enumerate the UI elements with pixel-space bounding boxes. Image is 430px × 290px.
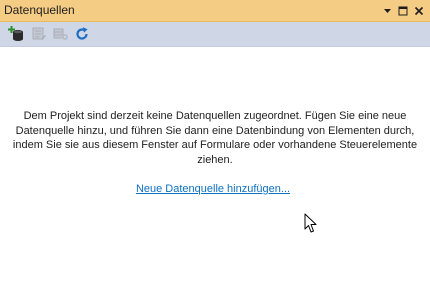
chevron-down-icon[interactable] — [380, 3, 394, 18]
content-area: Dem Projekt sind derzeit keine Datenquel… — [0, 47, 430, 290]
add-datasource-icon[interactable] — [6, 25, 26, 43]
title-bar: Datenquellen — [0, 0, 430, 22]
maximize-icon[interactable] — [396, 3, 410, 18]
close-icon[interactable] — [412, 3, 426, 18]
refresh-icon[interactable] — [72, 25, 92, 43]
data-sources-window: Datenquellen Dem Projekt sind derzeit ke… — [0, 0, 430, 290]
empty-state-message: Dem Projekt sind derzeit keine Datenquel… — [12, 110, 418, 166]
mouse-pointer-icon — [304, 213, 317, 233]
add-datasource-link[interactable]: Neue Datenquelle hinzufügen... — [136, 183, 290, 195]
edit-dataset-icon[interactable] — [29, 25, 49, 43]
configure-dataset-icon[interactable] — [51, 25, 71, 43]
toolbar — [0, 22, 430, 47]
add-datasource-link-container: Neue Datenquelle hinzufügen... — [0, 182, 426, 196]
window-title: Datenquellen — [4, 3, 75, 17]
